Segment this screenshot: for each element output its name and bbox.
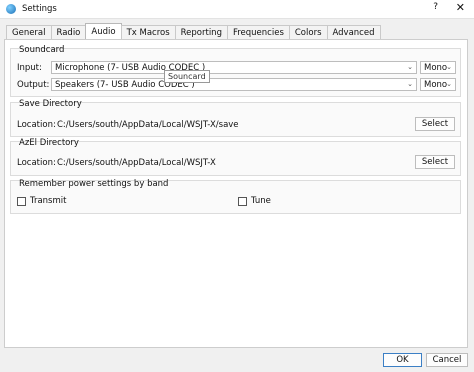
output-device-select[interactable]: Speakers (7- USB Audio CODEC ) ⌄ (51, 78, 417, 91)
chevron-down-icon: ⌄ (407, 63, 413, 71)
soundcard-title: Soundcard (19, 45, 65, 55)
output-channel-value: Mono (424, 79, 448, 90)
tune-label: Tune (251, 196, 271, 206)
tab-reporting[interactable]: Reporting (174, 25, 228, 39)
chevron-down-icon: ⌄ (446, 63, 452, 71)
power-settings-title: Remember power settings by band (19, 179, 169, 189)
tab-general[interactable]: General (6, 25, 52, 39)
output-label: Output: (17, 80, 50, 90)
azel-directory-select-button[interactable]: Select (415, 155, 455, 169)
title-bar: Settings ? ✕ (0, 0, 474, 19)
save-location-label: Location: (17, 120, 56, 130)
save-directory-title: Save Directory (19, 99, 82, 109)
chevron-down-icon: ⌄ (446, 80, 452, 88)
close-button[interactable]: ✕ (456, 1, 465, 14)
save-directory-select-button[interactable]: Select (415, 117, 455, 131)
checkbox-icon[interactable] (238, 196, 247, 206)
tab-tx-macros[interactable]: Tx Macros (120, 25, 176, 39)
output-channel-select[interactable]: Mono ⌄ (420, 78, 456, 91)
power-settings-group: Remember power settings by band Transmit… (10, 179, 461, 214)
window-title: Settings (22, 4, 57, 14)
soundcard-group: Soundcard Input: Microphone (7- USB Audi… (10, 45, 461, 97)
tab-colors[interactable]: Colors (288, 25, 328, 39)
input-channel-select[interactable]: Mono ⌄ (420, 61, 456, 74)
tune-checkbox[interactable]: Tune (238, 196, 271, 206)
soundcard-tooltip: Souncard (164, 70, 210, 83)
checkbox-icon[interactable] (17, 196, 26, 206)
azel-directory-group: AzEl Directory Location: C:/Users/south/… (10, 138, 461, 176)
ok-button[interactable]: OK (383, 353, 422, 367)
transmit-label: Transmit (30, 196, 67, 206)
save-directory-path: C:/Users/south/AppData/Local/WSJT-X/save (57, 120, 239, 130)
input-channel-value: Mono (424, 62, 448, 73)
help-button[interactable]: ? (433, 2, 438, 12)
transmit-checkbox[interactable]: Transmit (17, 196, 66, 206)
input-label: Input: (17, 63, 42, 73)
azel-location-label: Location: (17, 158, 56, 168)
tab-bar: General Radio Audio Tx Macros Reporting … (6, 23, 381, 39)
chevron-down-icon: ⌄ (407, 80, 413, 88)
save-directory-group: Save Directory Location: C:/Users/south/… (10, 99, 461, 137)
input-device-select[interactable]: Microphone (7- USB Audio CODEC ) ⌄ (51, 61, 417, 74)
resize-grip[interactable] (466, 364, 472, 370)
app-icon (6, 4, 16, 14)
tab-audio[interactable]: Audio (85, 23, 122, 39)
azel-directory-path: C:/Users/south/AppData/Local/WSJT-X (57, 158, 216, 168)
azel-directory-title: AzEl Directory (19, 138, 79, 148)
tab-radio[interactable]: Radio (50, 25, 87, 39)
tab-frequencies[interactable]: Frequencies (226, 25, 290, 39)
tab-advanced[interactable]: Advanced (326, 25, 381, 39)
cancel-button[interactable]: Cancel (426, 353, 468, 367)
